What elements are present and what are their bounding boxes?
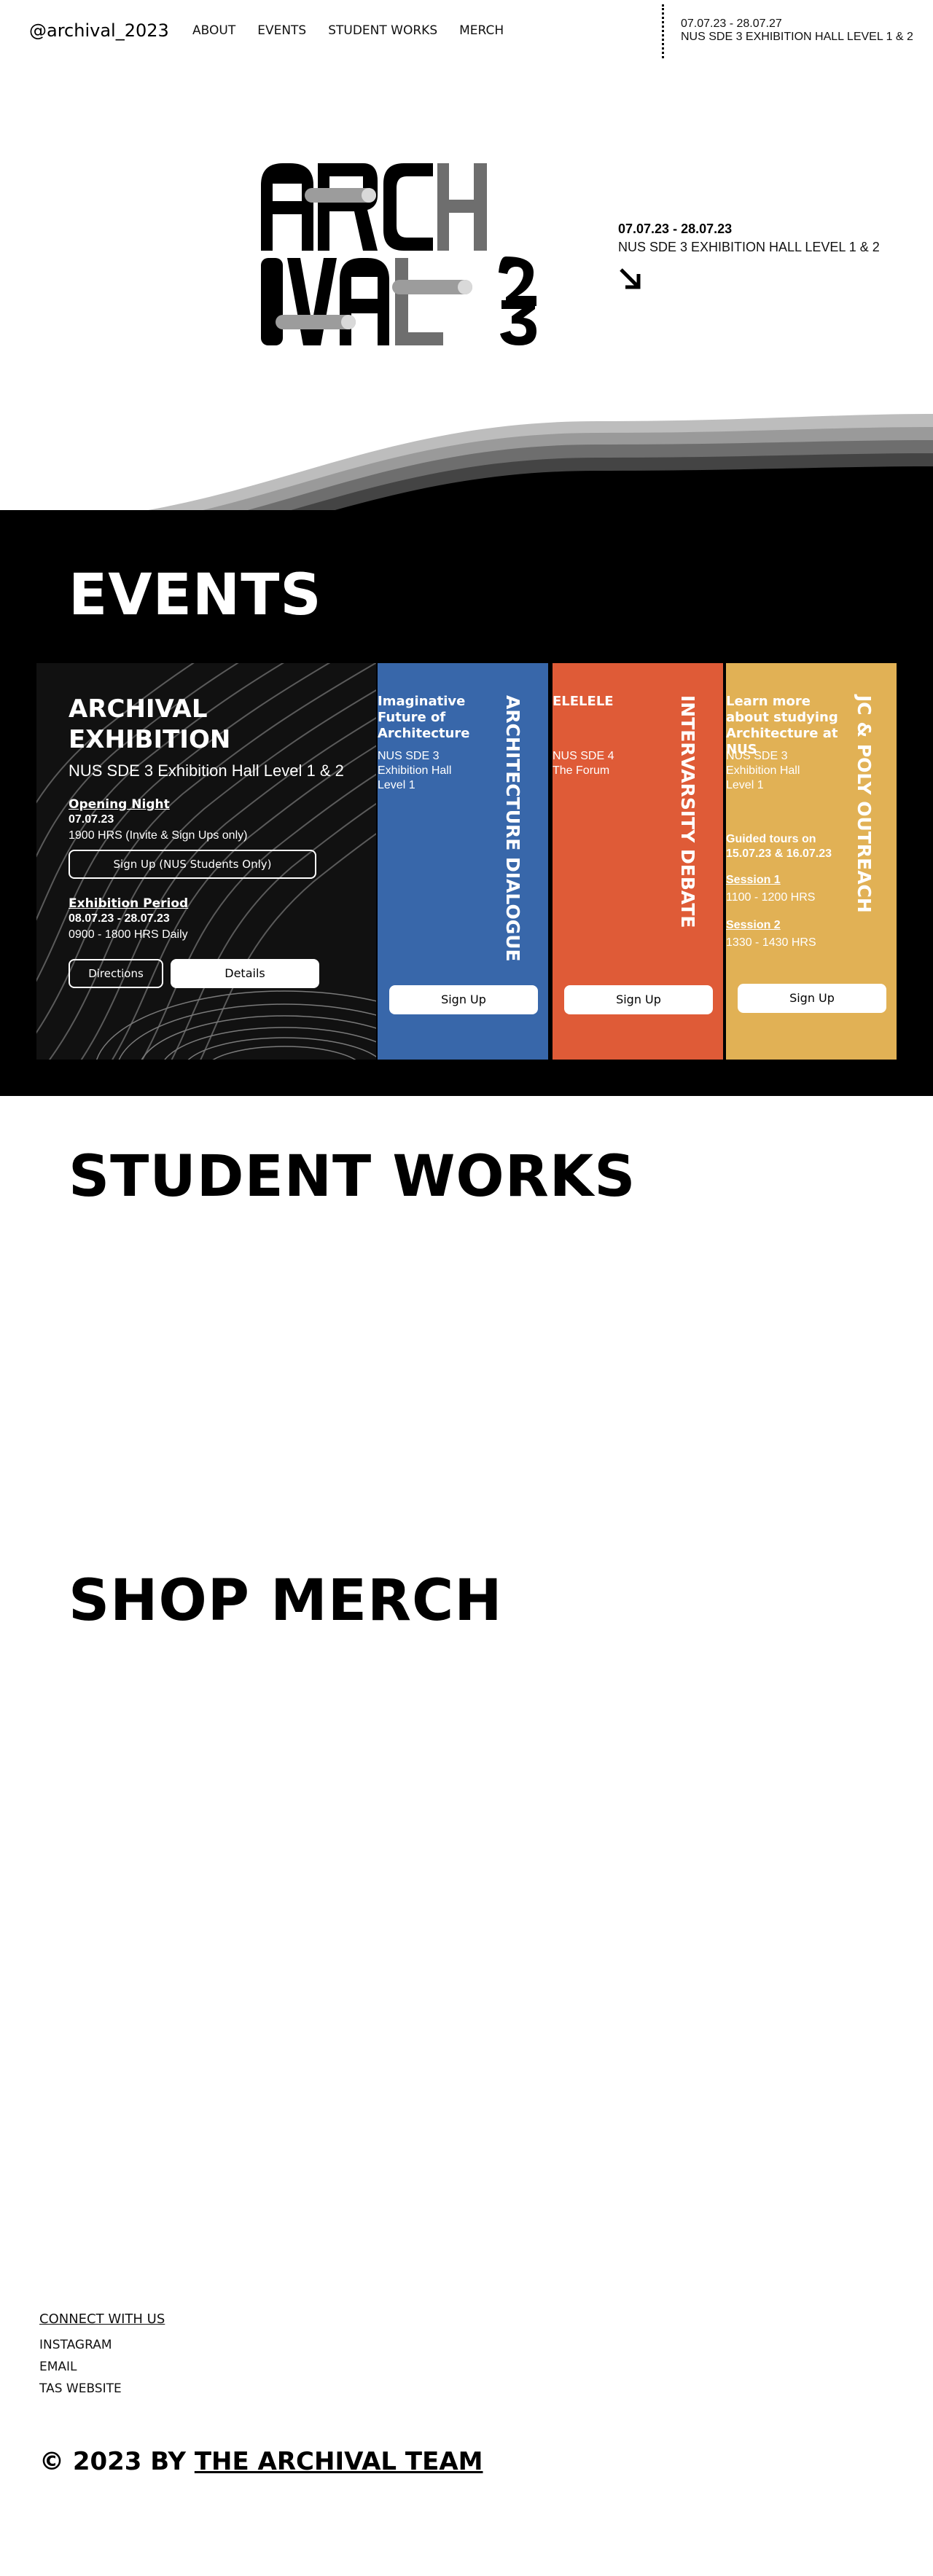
directions-button[interactable]: Directions <box>69 959 163 988</box>
event-card-architecture-dialogue: Imaginative Future of Architecture NUS S… <box>378 663 548 1060</box>
outreach-tours: Guided tours on 15.07.23 & 16.07.23 <box>726 833 832 860</box>
details-button[interactable]: Details <box>171 959 319 988</box>
outreach-lead: Learn more about studying Architecture a… <box>726 694 838 757</box>
hero-date: 07.07.23 - 28.07.23 <box>618 222 733 236</box>
architecture-signup-button[interactable]: Sign Up <box>389 985 538 1014</box>
exhibition-venue: NUS SDE 3 Exhibition Hall Level 1 & 2 <box>69 762 344 780</box>
nav-merch[interactable]: MERCH <box>459 23 504 38</box>
architecture-lead: Imaginative Future of Architecture <box>378 694 470 741</box>
exhibition-card-content: ARCHIVAL EXHIBITION NUS SDE 3 Exhibition… <box>69 694 346 988</box>
team-link[interactable]: THE ARCHIVAL TEAM <box>195 2447 483 2476</box>
header-venue: NUS SDE 3 EXHIBITION HALL LEVEL 1 & 2 <box>681 31 913 43</box>
hero-info: 07.07.23 - 28.07.23 NUS SDE 3 EXHIBITION… <box>618 222 880 291</box>
exhibition-period-time: 0900 - 1800 HRS Daily <box>69 928 188 941</box>
footer-link-email[interactable]: EMAIL <box>39 2360 77 2374</box>
events-heading: EVENTS <box>69 563 322 628</box>
architecture-vertical-title: ARCHITECTURE DIALOGUE <box>502 695 523 962</box>
copyright-line: © 2023 BY THE ARCHIVAL TEAM <box>39 2447 483 2476</box>
outreach-venue: NUS SDE 3 Exhibition Hall Level 1 <box>726 750 800 791</box>
debate-vertical-title: INTERVARSITY DEBATE <box>677 695 698 928</box>
architecture-venue: NUS SDE 3 Exhibition Hall Level 1 <box>378 750 452 791</box>
events-section: EVENTS ARCHIVAL EXHIBITION NUS SDE 3 Exh… <box>0 510 933 1096</box>
opening-signup-button[interactable]: Sign Up (NUS Students Only) <box>69 850 316 879</box>
nav-student-works[interactable]: STUDENT WORKS <box>328 23 437 38</box>
exhibition-period-dates: 08.07.23 - 28.07.23 <box>69 912 170 925</box>
arrow-down-right-icon[interactable] <box>618 267 643 291</box>
opening-night-date: 07.07.23 <box>69 813 114 826</box>
outreach-vertical-title: JC & POLY OUTREACH <box>854 695 875 913</box>
copyright-prefix: © 2023 BY <box>39 2447 186 2476</box>
brand-handle[interactable]: @archival_2023 <box>29 20 169 41</box>
nav-events[interactable]: EVENTS <box>257 23 306 38</box>
hero-venue: NUS SDE 3 EXHIBITION HALL LEVEL 1 & 2 <box>618 240 880 254</box>
connect-heading: CONNECT WITH US <box>39 2311 165 2327</box>
nav-about[interactable]: ABOUT <box>192 23 235 38</box>
session2-time: 1330 - 1430 HRS <box>726 936 816 949</box>
opening-night-time: 1900 HRS (Invite & Sign Ups only) <box>69 829 248 842</box>
footer-link-tas-website[interactable]: TAS WEBSITE <box>39 2381 122 2396</box>
event-card-jc-poly-outreach: Learn more about studying Architecture a… <box>726 663 897 1060</box>
exhibition-period-heading: Exhibition Period <box>69 896 189 911</box>
event-card-intervarsity-debate: ELELELE NUS SDE 4 The Forum INTERVARSITY… <box>553 663 723 1060</box>
exhibition-title: ARCHIVAL EXHIBITION <box>69 694 231 754</box>
exhibition-actions: Directions Details <box>69 959 346 988</box>
outreach-signup-button[interactable]: Sign Up <box>738 984 886 1013</box>
hero-section: 07.07.23 - 28.07.23 NUS SDE 3 EXHIBITION… <box>0 64 933 589</box>
debate-signup-button[interactable]: Sign Up <box>564 985 713 1014</box>
session1-heading: Session 1 <box>726 874 781 886</box>
session1-time: 1100 - 1200 HRS <box>726 891 816 904</box>
header-date: 07.07.23 - 28.07.27 <box>681 17 782 30</box>
student-works-heading: STUDENT WORKS <box>69 1144 636 1210</box>
site-header: @archival_2023 ABOUT EVENTS STUDENT WORK… <box>0 0 933 64</box>
archival-logo <box>261 163 536 345</box>
opening-night-heading: Opening Night <box>69 797 170 812</box>
footer-link-instagram[interactable]: INSTAGRAM <box>39 2338 112 2352</box>
header-dotted-divider <box>662 4 664 58</box>
session2-heading: Session 2 <box>726 919 781 931</box>
event-card-exhibition: ARCHIVAL EXHIBITION NUS SDE 3 Exhibition… <box>36 663 376 1060</box>
debate-venue: NUS SDE 4 The Forum <box>553 750 614 777</box>
debate-lead: ELELELE <box>553 694 614 709</box>
main-nav: ABOUT EVENTS STUDENT WORKS MERCH <box>192 23 504 38</box>
shop-merch-heading: SHOP MERCH <box>69 1568 503 1634</box>
